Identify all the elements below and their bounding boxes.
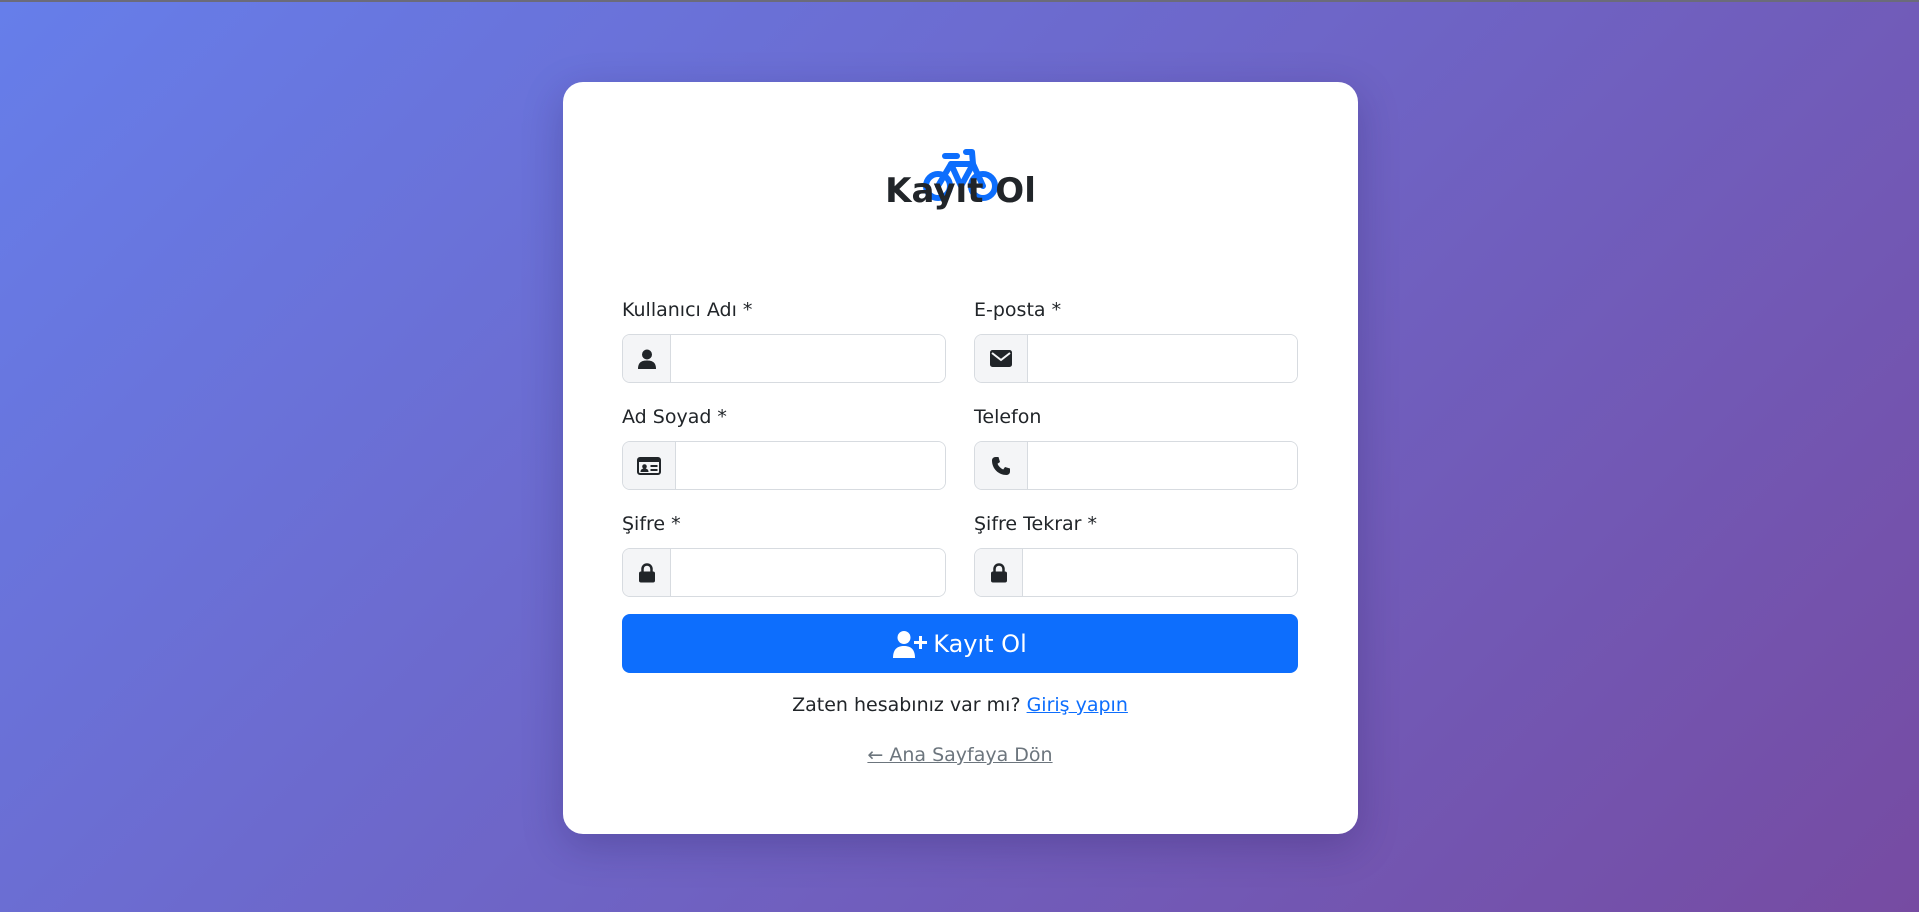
fullname-input-group [622,441,946,490]
username-input-group [622,334,946,383]
page-title: Kayıt Ol [885,171,1036,211]
login-prompt-line: Zaten hesabınız var mı? Giriş yapın [622,692,1298,718]
password-input[interactable] [671,549,945,596]
phone-input-group [974,441,1298,490]
lock-icon [623,549,671,596]
register-button-label: Kayıt Ol [933,629,1027,658]
email-input[interactable] [1028,335,1297,382]
email-label: E-posta * [974,299,1062,321]
login-link[interactable]: Giriş yapın [1027,694,1128,716]
password-confirm-group: Şifre Tekrar * [974,512,1298,597]
password-confirm-input-group [974,548,1298,597]
email-group: E-posta * [974,298,1298,383]
user-icon [623,335,671,382]
register-card: Kayıt Ol Kullanıcı Adı * E-posta * Ad So… [563,82,1358,834]
id-card-icon [623,442,676,489]
register-button[interactable]: Kayıt Ol [622,614,1298,673]
back-home-link[interactable]: ← Ana Sayfaya Dön [622,742,1298,768]
phone-group: Telefon [974,405,1298,490]
password-input-group [622,548,946,597]
phone-input[interactable] [1028,442,1297,489]
password-confirm-label: Şifre Tekrar * [974,513,1098,535]
user-plus-icon [893,630,928,658]
username-group: Kullanıcı Adı * [622,298,946,383]
fullname-input[interactable] [676,442,945,489]
email-input-group [974,334,1298,383]
window-top-edge [0,0,1919,2]
phone-label: Telefon [974,406,1042,428]
password-group: Şifre * [622,512,946,597]
password-confirm-input[interactable] [1023,549,1297,596]
username-label: Kullanıcı Adı * [622,299,753,321]
username-input[interactable] [671,335,945,382]
password-label: Şifre * [622,513,681,535]
phone-icon [975,442,1028,489]
envelope-icon [975,335,1028,382]
login-prompt-text: Zaten hesabınız var mı? [792,694,1021,716]
fullname-label: Ad Soyad * [622,406,727,428]
lock-icon [975,549,1023,596]
fullname-group: Ad Soyad * [622,405,946,490]
